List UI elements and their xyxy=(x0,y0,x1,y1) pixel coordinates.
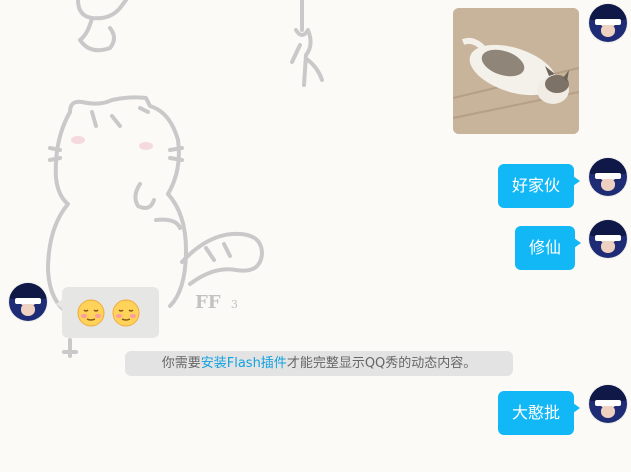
message-bubble-1[interactable]: 好家伙 xyxy=(498,164,581,208)
message-text-2: 修仙 xyxy=(529,238,562,257)
flash-plugin-notice: 你需要安装Flash插件才能完整显示QQ秀的动态内容。 xyxy=(125,351,513,376)
background-label: FF 3 xyxy=(195,292,238,313)
my-avatar-1[interactable] xyxy=(589,4,627,42)
sleepy-face-emoji-icon xyxy=(112,299,140,327)
message-bubble-2[interactable]: 修仙 xyxy=(515,226,582,270)
message-text-1: 好家伙 xyxy=(512,176,561,195)
friend-avatar[interactable] xyxy=(9,283,47,321)
my-avatar-4[interactable] xyxy=(589,385,627,423)
my-avatar-3[interactable] xyxy=(589,220,627,258)
notice-text-before: 你需要 xyxy=(161,356,201,371)
cat-photo-image xyxy=(453,8,579,134)
notice-text-after: 才能完整显示QQ秀的动态内容。 xyxy=(286,356,477,371)
my-avatar-2[interactable] xyxy=(589,158,627,196)
background-label-sub: 3 xyxy=(230,298,238,311)
sleepy-face-emoji-icon xyxy=(77,299,105,327)
message-bubble-3[interactable]: 大憨批 xyxy=(498,391,581,435)
background-label-text: FF xyxy=(195,292,221,313)
message-text-3: 大憨批 xyxy=(512,403,561,422)
emoji-message-bubble[interactable] xyxy=(56,287,159,338)
install-flash-link[interactable]: 安装Flash插件 xyxy=(201,356,287,371)
cat-photo-message[interactable] xyxy=(453,8,579,134)
